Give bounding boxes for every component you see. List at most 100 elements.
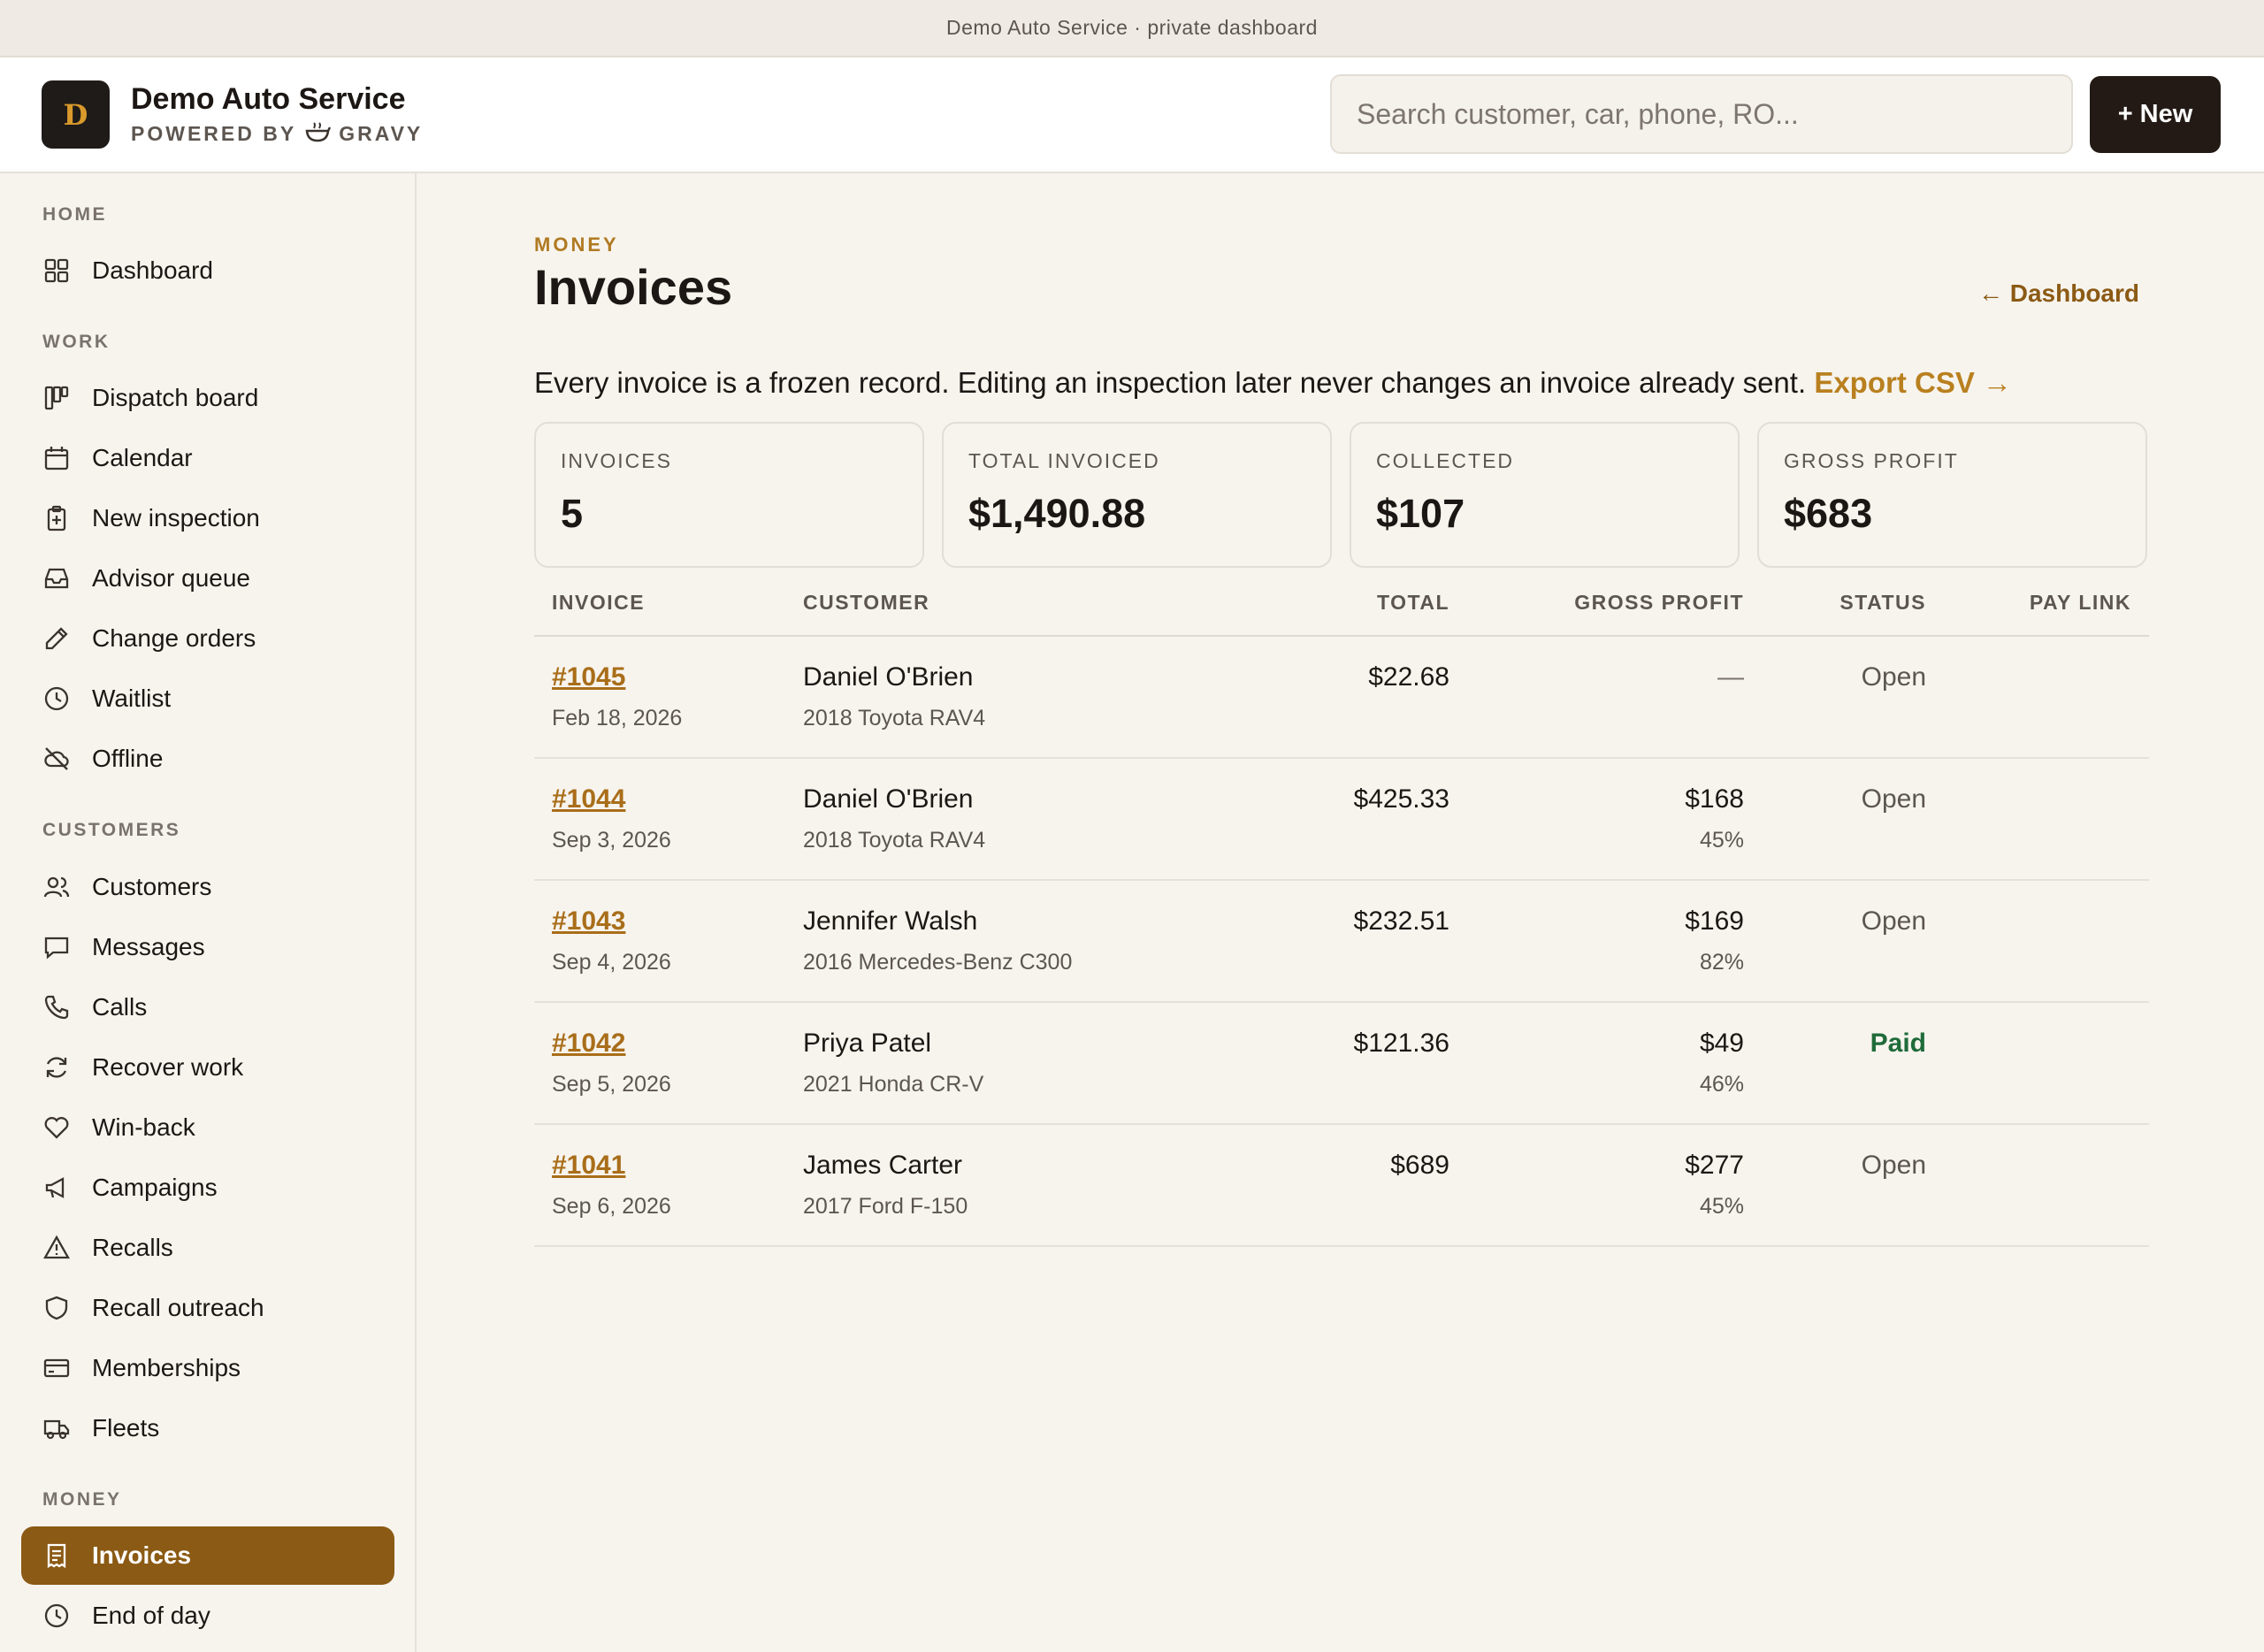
invoice-date: Feb 18, 2026 xyxy=(552,706,683,730)
invoice-number-link[interactable]: #1041 xyxy=(552,1151,625,1181)
sidebar-item-label: Customers xyxy=(92,873,212,900)
gross-margin: 82% xyxy=(1699,950,1744,975)
sidebar-item-recover-work[interactable]: Recover work xyxy=(21,1038,394,1097)
status-badge: Open xyxy=(1861,662,1926,692)
sidebar-item-invoices[interactable]: Invoices xyxy=(21,1526,394,1585)
column-header-invoice[interactable]: INVOICE xyxy=(552,591,645,615)
sidebar-item-label: Memberships xyxy=(92,1354,241,1381)
gravy-boat-icon xyxy=(303,121,332,146)
page-eyebrow: MONEY xyxy=(534,233,619,256)
status-badge: Open xyxy=(1861,906,1926,936)
sidebar-item-recalls[interactable]: Recalls xyxy=(21,1219,394,1277)
table-row[interactable]: #1043 Sep 4, 2026 Jennifer Walsh 2016 Me… xyxy=(534,881,2149,1003)
table-row[interactable]: #1042 Sep 5, 2026 Priya Patel 2021 Honda… xyxy=(534,1003,2149,1125)
sidebar-item-label: Calls xyxy=(92,993,148,1021)
column-header-customer[interactable]: CUSTOMER xyxy=(803,591,929,615)
table-row[interactable]: #1041 Sep 6, 2026 James Carter 2017 Ford… xyxy=(534,1125,2149,1247)
column-header-total[interactable]: TOTAL xyxy=(1377,591,1449,615)
shield-icon xyxy=(42,1294,71,1322)
megaphone-icon xyxy=(42,1174,71,1202)
sidebar-item-dispatch-board[interactable]: Dispatch board xyxy=(21,369,394,427)
stat-label: COLLECTED xyxy=(1376,449,1515,472)
board-icon xyxy=(42,384,71,412)
column-header-pay-link[interactable]: PAY LINK xyxy=(2030,591,2131,615)
gross-profit: — xyxy=(1717,662,1744,692)
search-input[interactable] xyxy=(1330,74,2073,154)
sidebar-item-label: Advisor queue xyxy=(92,564,251,592)
invoice-number-link[interactable]: #1044 xyxy=(552,784,625,815)
sidebar-item-calls[interactable]: Calls xyxy=(21,978,394,1036)
sidebar-item-recall-outreach[interactable]: Recall outreach xyxy=(21,1279,394,1337)
stat-value: $1,490.88 xyxy=(968,491,1146,536)
sidebar-item-campaigns[interactable]: Campaigns xyxy=(21,1159,394,1217)
sidebar-item-label: Win-back xyxy=(92,1113,195,1141)
truck-icon xyxy=(42,1414,71,1442)
gross-profit: $277 xyxy=(1685,1151,1744,1180)
invoice-date: Sep 3, 2026 xyxy=(552,828,671,853)
message-icon xyxy=(42,933,71,961)
stat-label: INVOICES xyxy=(561,449,672,472)
stat-value: $107 xyxy=(1376,491,1465,536)
invoice-number-link[interactable]: #1043 xyxy=(552,906,625,937)
sidebar-item-dashboard[interactable]: Dashboard xyxy=(21,241,394,300)
table-row[interactable]: #1045 Feb 18, 2026 Daniel O'Brien 2018 T… xyxy=(534,637,2149,759)
sidebar-item-advisor-queue[interactable]: Advisor queue xyxy=(21,549,394,608)
preview-banner: Demo Auto Service · private dashboard xyxy=(0,0,2264,57)
gross-profit: $49 xyxy=(1699,1029,1744,1058)
sidebar-item-offline[interactable]: Offline xyxy=(21,730,394,788)
invoice-table-header: INVOICE CUSTOMER TOTAL GROSS PROFIT STAT… xyxy=(534,568,2149,637)
vehicle: 2016 Mercedes-Benz C300 xyxy=(803,950,1073,975)
heart-icon xyxy=(42,1113,71,1142)
status-badge: Open xyxy=(1861,1151,1926,1180)
sidebar-item-fleets[interactable]: Fleets xyxy=(21,1399,394,1457)
main-content: MONEY Invoices ← Dashboard Every invoice… xyxy=(418,173,2264,1652)
sidebar-item-label: New inspection xyxy=(92,504,260,532)
vehicle: 2017 Ford F-150 xyxy=(803,1194,968,1219)
invoice-date: Sep 4, 2026 xyxy=(552,950,671,975)
sidebar-item-calendar[interactable]: Calendar xyxy=(21,429,394,487)
stat-card-gross-profit: GROSS PROFIT $683 xyxy=(1757,422,2147,568)
clock-icon xyxy=(42,685,71,713)
back-to-dashboard-link[interactable]: ← Dashboard xyxy=(1978,279,2139,308)
sidebar-item-label: Campaigns xyxy=(92,1174,218,1201)
column-header-gross-profit[interactable]: GROSS PROFIT xyxy=(1574,591,1744,615)
invoice-date: Sep 6, 2026 xyxy=(552,1194,671,1219)
stat-card-total-invoiced: TOTAL INVOICED $1,490.88 xyxy=(942,422,1332,568)
sidebar-item-win-back[interactable]: Win-back xyxy=(21,1098,394,1157)
invoice-date: Sep 5, 2026 xyxy=(552,1072,671,1097)
sidebar-item-new-inspection[interactable]: New inspection xyxy=(21,489,394,547)
intro-text: Every invoice is a frozen record. Editin… xyxy=(534,366,1807,399)
calendar-icon xyxy=(42,444,71,472)
invoice-number-link[interactable]: #1042 xyxy=(552,1029,625,1059)
sidebar-item-end-of-day[interactable]: End of day xyxy=(21,1587,394,1645)
sidebar-item-customers[interactable]: Customers xyxy=(21,858,394,916)
sidebar-section-home: HOME xyxy=(42,204,107,225)
sidebar-item-label: Change orders xyxy=(92,624,256,652)
sidebar-item-label: Recall outreach xyxy=(92,1294,264,1321)
customer-name: Daniel O'Brien xyxy=(803,784,974,814)
export-csv-link[interactable]: Export CSV → xyxy=(1814,366,2012,399)
card-icon xyxy=(42,1354,71,1382)
sidebar-item-label: Calendar xyxy=(92,444,193,471)
page-title: Invoices xyxy=(534,259,733,315)
invoice-total: $22.68 xyxy=(1368,662,1449,692)
sidebar-item-messages[interactable]: Messages xyxy=(21,918,394,976)
warning-icon xyxy=(42,1234,71,1262)
vehicle: 2021 Honda CR-V xyxy=(803,1072,984,1097)
sidebar-item-waitlist[interactable]: Waitlist xyxy=(21,669,394,728)
sidebar-item-label: Offline xyxy=(92,745,164,772)
sidebar-section-work: WORK xyxy=(42,332,111,352)
table-row[interactable]: #1044 Sep 3, 2026 Daniel O'Brien 2018 To… xyxy=(534,759,2149,881)
gross-profit: $169 xyxy=(1685,906,1744,936)
vehicle: 2018 Toyota RAV4 xyxy=(803,706,986,730)
sidebar-item-change-orders[interactable]: Change orders xyxy=(21,609,394,668)
gross-profit: $168 xyxy=(1685,784,1744,814)
pencil-icon xyxy=(42,624,71,653)
brand-logo[interactable]: D xyxy=(42,80,110,149)
invoice-number-link[interactable]: #1045 xyxy=(552,662,625,692)
stat-value: $683 xyxy=(1784,491,1873,536)
sidebar-item-memberships[interactable]: Memberships xyxy=(21,1339,394,1397)
new-button[interactable]: + New xyxy=(2090,76,2221,153)
column-header-status[interactable]: STATUS xyxy=(1840,591,1926,615)
phone-icon xyxy=(42,993,71,1021)
